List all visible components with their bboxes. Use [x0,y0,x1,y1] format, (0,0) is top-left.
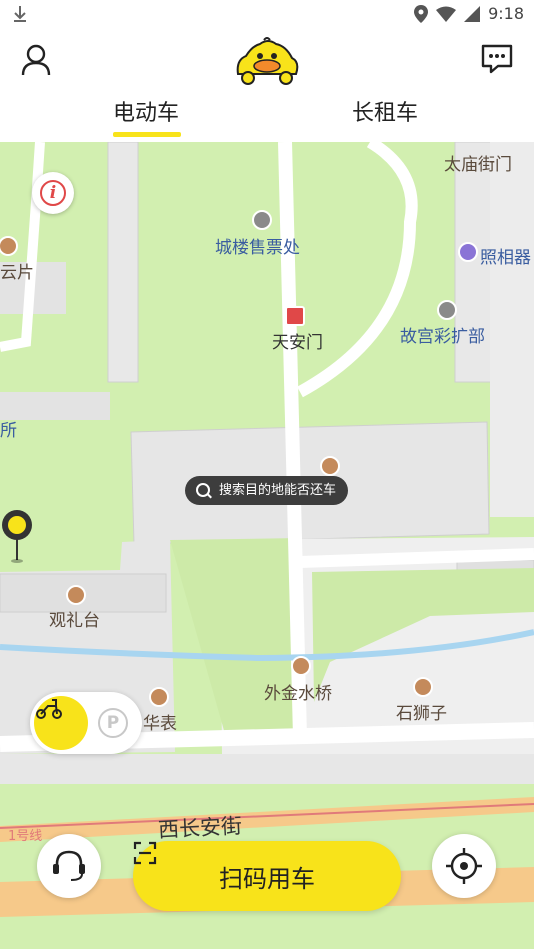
tab-long-rental[interactable]: 长租车 [352,96,418,136]
poi-label[interactable]: 观礼台 [49,606,100,631]
search-icon [196,483,210,497]
poi-label[interactable]: 石狮子 [396,699,447,724]
tooltip-text: 搜索目的地能否还车 [219,483,337,498]
mode-toggle: P [30,692,142,754]
search-return-tooltip[interactable]: 搜索目的地能否还车 [185,476,349,505]
poi-marker-icon[interactable] [66,585,86,605]
poi-marker-icon[interactable] [320,456,340,476]
poi-label[interactable]: 照相器 [480,243,531,268]
tab-electric[interactable]: 电动车 [113,96,179,136]
app-header: 电动车 长租车 [0,30,534,142]
scooter-icon [36,699,62,719]
signal-icon [464,5,481,22]
poi-label[interactable]: 故宫彩扩部 [400,322,485,347]
person-icon[interactable] [18,42,54,78]
scan-frame-icon [133,841,157,865]
mode-scooter-button[interactable] [34,696,88,750]
location-icon [414,4,429,23]
info-button[interactable]: i [32,172,74,214]
poi-label[interactable]: 外金水桥 [264,679,332,704]
poi-marker-icon[interactable] [437,300,457,320]
info-icon: i [40,180,66,206]
download-icon [14,6,26,22]
status-time: 9:18 [488,4,524,23]
poi-label[interactable]: 城楼售票处 [215,233,300,258]
map-view[interactable]: 太庙街门 城楼售票处 照相器 云片 天安门 故宫彩扩部 所 观礼台 外金水桥 石… [0,142,534,949]
scan-to-ride-button[interactable]: 扫码用车 [133,841,401,911]
mode-parking-button[interactable]: P [98,708,128,738]
street-label: 西长安街 [157,813,243,843]
poi-marker-icon[interactable] [149,687,169,707]
crosshair-icon [446,848,482,884]
poi-label[interactable]: 所 [0,416,17,441]
wifi-icon [436,6,457,22]
poi-label[interactable]: 天安门 [272,328,323,353]
poi-marker-icon[interactable] [252,210,272,230]
poi-label[interactable]: 华表 [143,709,177,734]
poi-marker-icon[interactable] [285,306,305,326]
location-pin-icon [2,510,32,563]
status-bar: 9:18 [0,0,534,30]
poi-marker-icon[interactable] [458,242,478,262]
scan-label: 扫码用车 [219,864,315,893]
poi-marker-icon[interactable] [413,677,433,697]
customer-service-button[interactable] [37,834,101,898]
headset-icon [53,850,85,881]
poi-marker-icon[interactable] [291,656,311,676]
active-tab-indicator [113,132,181,137]
poi-label[interactable]: 太庙街门 [444,150,512,175]
chat-icon[interactable] [480,42,514,76]
duck-car-logo [236,37,299,85]
vehicle-tabs: 电动车 长租车 [0,96,534,142]
locate-me-button[interactable] [432,834,496,898]
map-canvas [0,142,534,917]
poi-label[interactable]: 云片 [0,258,34,283]
